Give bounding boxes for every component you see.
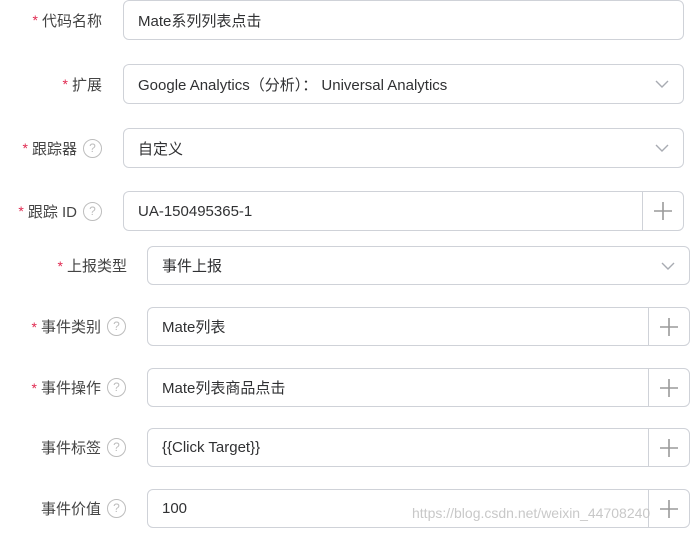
required-mark: * [32, 12, 38, 28]
plus-icon[interactable] [648, 429, 689, 466]
event-category-label-text: 事件类别 [40, 319, 101, 336]
form-row-event-category: * 事件类别 ? Mate列表 [0, 307, 696, 346]
required-mark: * [62, 76, 68, 92]
code-name-label: * 代码名称 [0, 0, 102, 40]
plus-icon[interactable] [648, 490, 689, 527]
form-row-event-action: * 事件操作 ? Mate列表商品点击 [0, 368, 696, 407]
extension-label-text: 扩展 [71, 76, 102, 94]
form-row-tracker: * 跟踪器 ? 自定义 [0, 128, 696, 168]
code-name-input[interactable]: Mate系列列表点击 [123, 0, 684, 40]
plus-icon[interactable] [642, 192, 683, 230]
required-mark: * [31, 379, 37, 396]
tracker-select[interactable]: 自定义 [123, 128, 684, 168]
event-category-value[interactable]: Mate列表 [148, 316, 648, 337]
form-row-code-name: * 代码名称 Mate系列列表点击 [0, 0, 696, 40]
event-action-label-text: 事件操作 [40, 380, 101, 397]
required-mark: * [18, 203, 24, 219]
event-action-value[interactable]: Mate列表商品点击 [148, 377, 648, 398]
tracker-value[interactable]: 自定义 [124, 138, 641, 159]
report-type-select[interactable]: 事件上报 [147, 246, 690, 285]
extension-label: * 扩展 [0, 64, 102, 104]
question-circle-icon[interactable]: ? [107, 378, 126, 397]
tracker-label-text: 跟踪器 [31, 140, 77, 158]
code-name-value[interactable]: Mate系列列表点击 [124, 10, 683, 31]
tracker-id-value[interactable]: UA-150495365-1 [124, 203, 642, 220]
event-label-input[interactable]: {{Click Target}} [147, 428, 690, 467]
plus-icon[interactable] [648, 369, 689, 406]
tracker-label: * 跟踪器 ? [0, 128, 102, 168]
event-value-label: 事件价值 ? [0, 489, 126, 528]
chevron-down-icon[interactable] [641, 65, 683, 103]
event-action-input[interactable]: Mate列表商品点击 [147, 368, 690, 407]
event-action-label: * 事件操作 ? [0, 368, 126, 407]
chevron-down-icon[interactable] [641, 129, 683, 167]
code-name-label-text: 代码名称 [41, 12, 102, 30]
question-circle-icon[interactable]: ? [107, 317, 126, 336]
event-label-value[interactable]: {{Click Target}} [148, 439, 648, 456]
watermark: https://blog.csdn.net/weixin_44708240 [412, 505, 651, 521]
required-mark: * [31, 318, 37, 335]
event-label-label: 事件标签 ? [0, 428, 126, 467]
event-label-label-text: 事件标签 [40, 440, 101, 457]
plus-icon[interactable] [648, 308, 689, 345]
question-circle-icon[interactable]: ? [83, 201, 102, 221]
tracker-id-label-text: 跟踪 ID [27, 203, 77, 221]
question-circle-icon[interactable]: ? [83, 138, 102, 158]
extension-select[interactable]: Google Analytics（分析）： Universal Analytic… [123, 64, 684, 104]
chevron-down-icon[interactable] [647, 247, 689, 284]
tracker-id-input[interactable]: UA-150495365-1 [123, 191, 684, 231]
extension-value[interactable]: Google Analytics（分析）： Universal Analytic… [124, 74, 641, 95]
report-type-label: * 上报类型 [0, 246, 127, 285]
required-mark: * [22, 140, 28, 156]
question-circle-icon[interactable]: ? [107, 499, 126, 518]
form-row-event-label: 事件标签 ? {{Click Target}} [0, 428, 696, 467]
report-type-label-text: 上报类型 [66, 258, 127, 275]
event-value-label-text: 事件价值 [40, 501, 101, 518]
question-circle-icon[interactable]: ? [107, 438, 126, 457]
event-category-label: * 事件类别 ? [0, 307, 126, 346]
form-row-tracker-id: * 跟踪 ID ? UA-150495365-1 [0, 191, 696, 231]
tracker-id-label: * 跟踪 ID ? [0, 191, 102, 231]
form-row-report-type: * 上报类型 事件上报 [0, 246, 696, 285]
report-type-value[interactable]: 事件上报 [148, 255, 647, 276]
event-category-input[interactable]: Mate列表 [147, 307, 690, 346]
form-row-extension: * 扩展 Google Analytics（分析）： Universal Ana… [0, 64, 696, 104]
required-mark: * [57, 257, 63, 274]
